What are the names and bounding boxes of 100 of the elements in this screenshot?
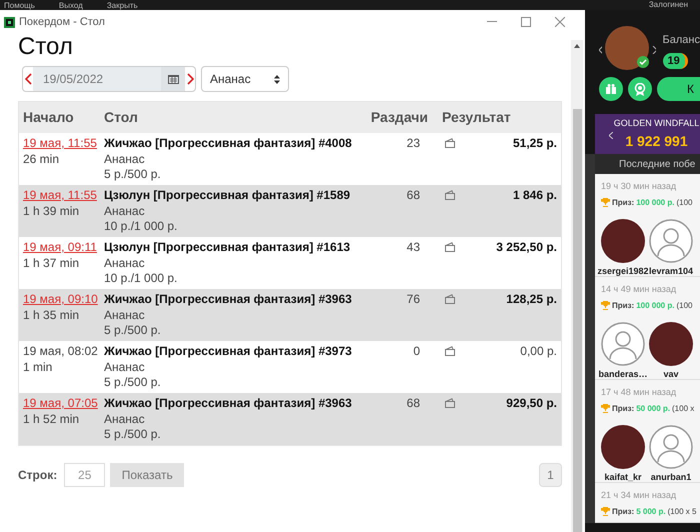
login-status-text: Залогинен: [648, 0, 688, 9]
side-scrollbar[interactable]: [585, 154, 595, 523]
hands-count: 68: [406, 396, 420, 410]
action-button[interactable]: К: [657, 77, 700, 101]
result-amount: 128,25 р.: [506, 292, 557, 308]
avatar-photo-placeholder: [605, 26, 650, 70]
menu-item[interactable]: Помощь: [4, 0, 35, 10]
player-name: Ананас: [104, 256, 145, 271]
jackpot-banner[interactable]: GOLDEN WINDFALL 1 922 991: [595, 114, 700, 154]
balance-label: Баланс: [662, 33, 700, 48]
prize-detail: (100 x 5: [668, 506, 696, 518]
level-badge: 19: [662, 52, 688, 69]
stakes-text: 5 р./500 р.: [104, 375, 161, 390]
table-name: Жичжао [Прогрессивная фантазия] #3963: [104, 396, 352, 412]
rows-input[interactable]: 25: [64, 463, 106, 487]
session-link[interactable]: 19 мая, 11:55: [23, 188, 97, 204]
result-amount: 51,25 р.: [512, 136, 557, 152]
hands-count: 68: [406, 188, 420, 202]
prize-detail: (100 x: [672, 402, 694, 414]
session-link[interactable]: 19 мая, 07:05: [23, 396, 98, 412]
chevron-left-icon[interactable]: [599, 46, 602, 54]
duration-text: 1 h 37 min: [23, 256, 80, 271]
prize-detail: (100: [676, 196, 692, 208]
winners-header: Последние побе: [595, 154, 700, 174]
time-ago-text: 19 ч 30 мин назад: [601, 180, 678, 193]
player-name: Ананас: [104, 412, 145, 427]
player-name: zsergei1982: [597, 264, 649, 278]
trophy-icon: [601, 198, 610, 207]
chevron-left-icon[interactable]: [609, 132, 613, 139]
player-name: Ананас: [104, 308, 145, 323]
prize-label: Приз:: [612, 402, 634, 414]
result-amount: 929,50 р.: [506, 396, 557, 412]
check-badge-icon: [637, 56, 650, 68]
hands-count: 23: [406, 136, 420, 150]
duration-text: 1 h 39 min: [23, 204, 80, 219]
trophy-icon: [601, 301, 610, 310]
prize-amount: 100 000 р.: [636, 196, 674, 208]
wallet-icon[interactable]: [444, 242, 456, 252]
wallet-icon[interactable]: [444, 294, 456, 304]
trophy-icon: [601, 404, 610, 413]
menu-item[interactable]: Закрыть: [106, 0, 138, 10]
award-icon: [634, 82, 646, 96]
minimize-icon[interactable]: [487, 21, 497, 23]
stakes-text: 5 р./500 р.: [104, 427, 161, 442]
wallet-icon[interactable]: [444, 190, 456, 200]
prize-detail: (100: [676, 300, 692, 312]
gift-icon: [605, 83, 617, 95]
result-amount: 3 252,50 р.: [496, 240, 557, 256]
scrollbar[interactable]: [571, 40, 583, 532]
page-button[interactable]: 1: [539, 463, 562, 487]
prize-label: Приз:: [612, 506, 634, 518]
time-ago-text: 21 ч 34 мин назад: [601, 489, 678, 502]
trophy-icon: [601, 507, 610, 516]
session-link[interactable]: 19 мая, 09:11: [23, 240, 97, 256]
prize-amount: 100 000 р.: [636, 300, 674, 312]
column-header: Результат: [442, 109, 511, 125]
maximize-icon[interactable]: [521, 17, 531, 27]
player-name: Ананас: [104, 204, 145, 219]
stakes-text: 10 р./1 000 р.: [104, 219, 178, 234]
prize-amount: 5 000 р.: [636, 506, 666, 518]
rows-label: Строк:: [18, 467, 58, 484]
wallet-icon[interactable]: [444, 138, 456, 148]
player-name: banderas…: [598, 368, 648, 380]
start-time: 19 мая, 08:02: [23, 344, 98, 360]
duration-text: 1 min: [23, 360, 52, 375]
hands-count: 43: [406, 240, 420, 254]
session-link[interactable]: 19 мая, 09:10: [23, 292, 98, 308]
menu-item[interactable]: Выход: [58, 0, 83, 10]
close-icon[interactable]: [555, 17, 565, 27]
chevron-right-icon[interactable]: [652, 46, 656, 54]
table-name: Цзюлун [Прогрессивная фантазия] #1613: [104, 240, 350, 256]
window-title: Покердом - Стол: [19, 14, 105, 30]
column-header: Стол: [104, 109, 138, 125]
wallet-icon[interactable]: [444, 398, 456, 408]
session-link[interactable]: 19 мая, 11:55: [23, 136, 97, 152]
player-name: Ананас: [104, 360, 145, 375]
table-name: Цзюлун [Прогрессивная фантазия] #1589: [104, 188, 350, 204]
sort-caret-icon: [274, 74, 280, 84]
column-header: Начало: [23, 109, 74, 125]
app-logo-icon: [4, 16, 15, 28]
table-name: Жичжао [Прогрессивная фантазия] #3973: [104, 344, 352, 360]
table-name: Жичжао [Прогрессивная фантазия] #4008: [104, 136, 352, 152]
hands-count: 0: [413, 344, 420, 358]
time-ago-text: 17 ч 48 мин назад: [601, 386, 678, 399]
jackpot-amount: 1 922 991: [625, 132, 688, 150]
player-name: kaifat_kr: [604, 470, 642, 484]
show-button[interactable]: Показать: [110, 463, 184, 487]
duration-text: 26 min: [23, 152, 60, 167]
prize-label: Приз:: [612, 196, 634, 208]
scroll-up-icon[interactable]: [574, 44, 580, 48]
wallet-icon[interactable]: [444, 346, 456, 356]
column-header: Раздачи: [370, 109, 428, 125]
player-name: levram104: [648, 264, 694, 276]
stakes-text: 10 р./1 000 р.: [104, 271, 178, 286]
gift-button[interactable]: [599, 77, 623, 101]
time-ago-text: 14 ч 49 мин назад: [601, 283, 678, 296]
award-button[interactable]: [628, 77, 652, 101]
player-select[interactable]: Ананас: [201, 66, 289, 92]
duration-text: 1 h 52 min: [23, 412, 80, 427]
page-title: Стол: [18, 34, 73, 60]
